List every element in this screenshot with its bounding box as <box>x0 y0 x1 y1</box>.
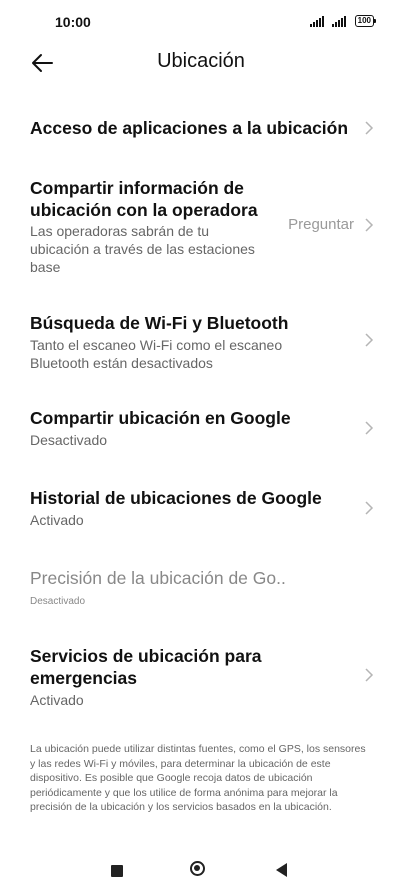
status-icons: 100 <box>309 15 377 27</box>
navigation-bar <box>0 845 402 893</box>
list-item-app-location-access[interactable]: Acceso de aplicaciones a la ubicación <box>0 106 402 150</box>
status-bar: 10:00 100 <box>0 0 402 44</box>
item-subtitle: Desactivado <box>30 596 86 607</box>
list-item-google-location-accuracy[interactable]: Precisión de la ubicación de Go.. Desact… <box>0 560 402 616</box>
item-subtitle: Activado <box>30 512 84 528</box>
chevron-right-icon <box>365 121 374 135</box>
battery-icon: 100 <box>354 15 377 27</box>
item-subtitle: Activado <box>30 692 84 708</box>
chevron-right-icon <box>365 421 374 435</box>
item-subtitle-line2: Bluetooth están desactivados <box>30 355 213 371</box>
signal-icon <box>309 15 324 27</box>
list-item-wifi-bluetooth-scanning[interactable]: Búsqueda de Wi-Fi y Bluetooth Tanto el e… <box>0 305 402 375</box>
item-title-line2: ubicación con la operadora <box>30 200 258 220</box>
item-title: Precisión de la ubicación de Go.. <box>30 568 286 588</box>
item-title: Historial de ubicaciones de Google <box>30 488 322 508</box>
signal-icon <box>331 15 346 27</box>
item-subtitle-line1: Tanto el escaneo Wi-Fi como el escaneo <box>30 337 283 353</box>
circle-icon[interactable] <box>190 861 205 876</box>
location-info-note: La ubicación puede utilizar distintas fu… <box>30 743 366 813</box>
square-icon[interactable] <box>111 865 123 877</box>
list-item-carrier-location-sharing[interactable]: Compartir información de ubicación con l… <box>0 170 402 280</box>
item-subtitle-line1: Las operadoras sabrán de tu <box>30 223 210 239</box>
chevron-right-icon <box>365 333 374 347</box>
item-value: Preguntar <box>288 216 354 233</box>
item-title: Búsqueda de Wi-Fi y Bluetooth <box>30 313 289 333</box>
header: Ubicación <box>0 44 402 84</box>
item-subtitle-line2: ubicación a través de las estaciones <box>30 241 255 257</box>
item-title-line1: Servicios de ubicación para <box>30 646 262 666</box>
list-item-emergency-location-services[interactable]: Servicios de ubicación para emergencias … <box>0 638 402 714</box>
item-subtitle-line3: base <box>30 259 61 275</box>
item-title: Acceso de aplicaciones a la ubicación <box>30 118 349 138</box>
list-item-google-location-sharing[interactable]: Compartir ubicación en Google Desactivad… <box>0 400 402 456</box>
item-title-line2: emergencias <box>30 668 138 688</box>
list-item-google-location-history[interactable]: Historial de ubicaciones de Google Activ… <box>0 480 402 536</box>
chevron-right-icon <box>365 218 374 232</box>
triangle-back-icon[interactable] <box>276 863 287 877</box>
page-title: Ubicación <box>157 50 245 72</box>
status-time: 10:00 <box>55 14 91 30</box>
item-title: Compartir ubicación en Google <box>30 408 291 428</box>
chevron-right-icon <box>365 501 374 515</box>
item-title-line1: Compartir información de <box>30 178 244 198</box>
chevron-right-icon <box>365 668 374 682</box>
item-subtitle: Desactivado <box>30 432 108 448</box>
